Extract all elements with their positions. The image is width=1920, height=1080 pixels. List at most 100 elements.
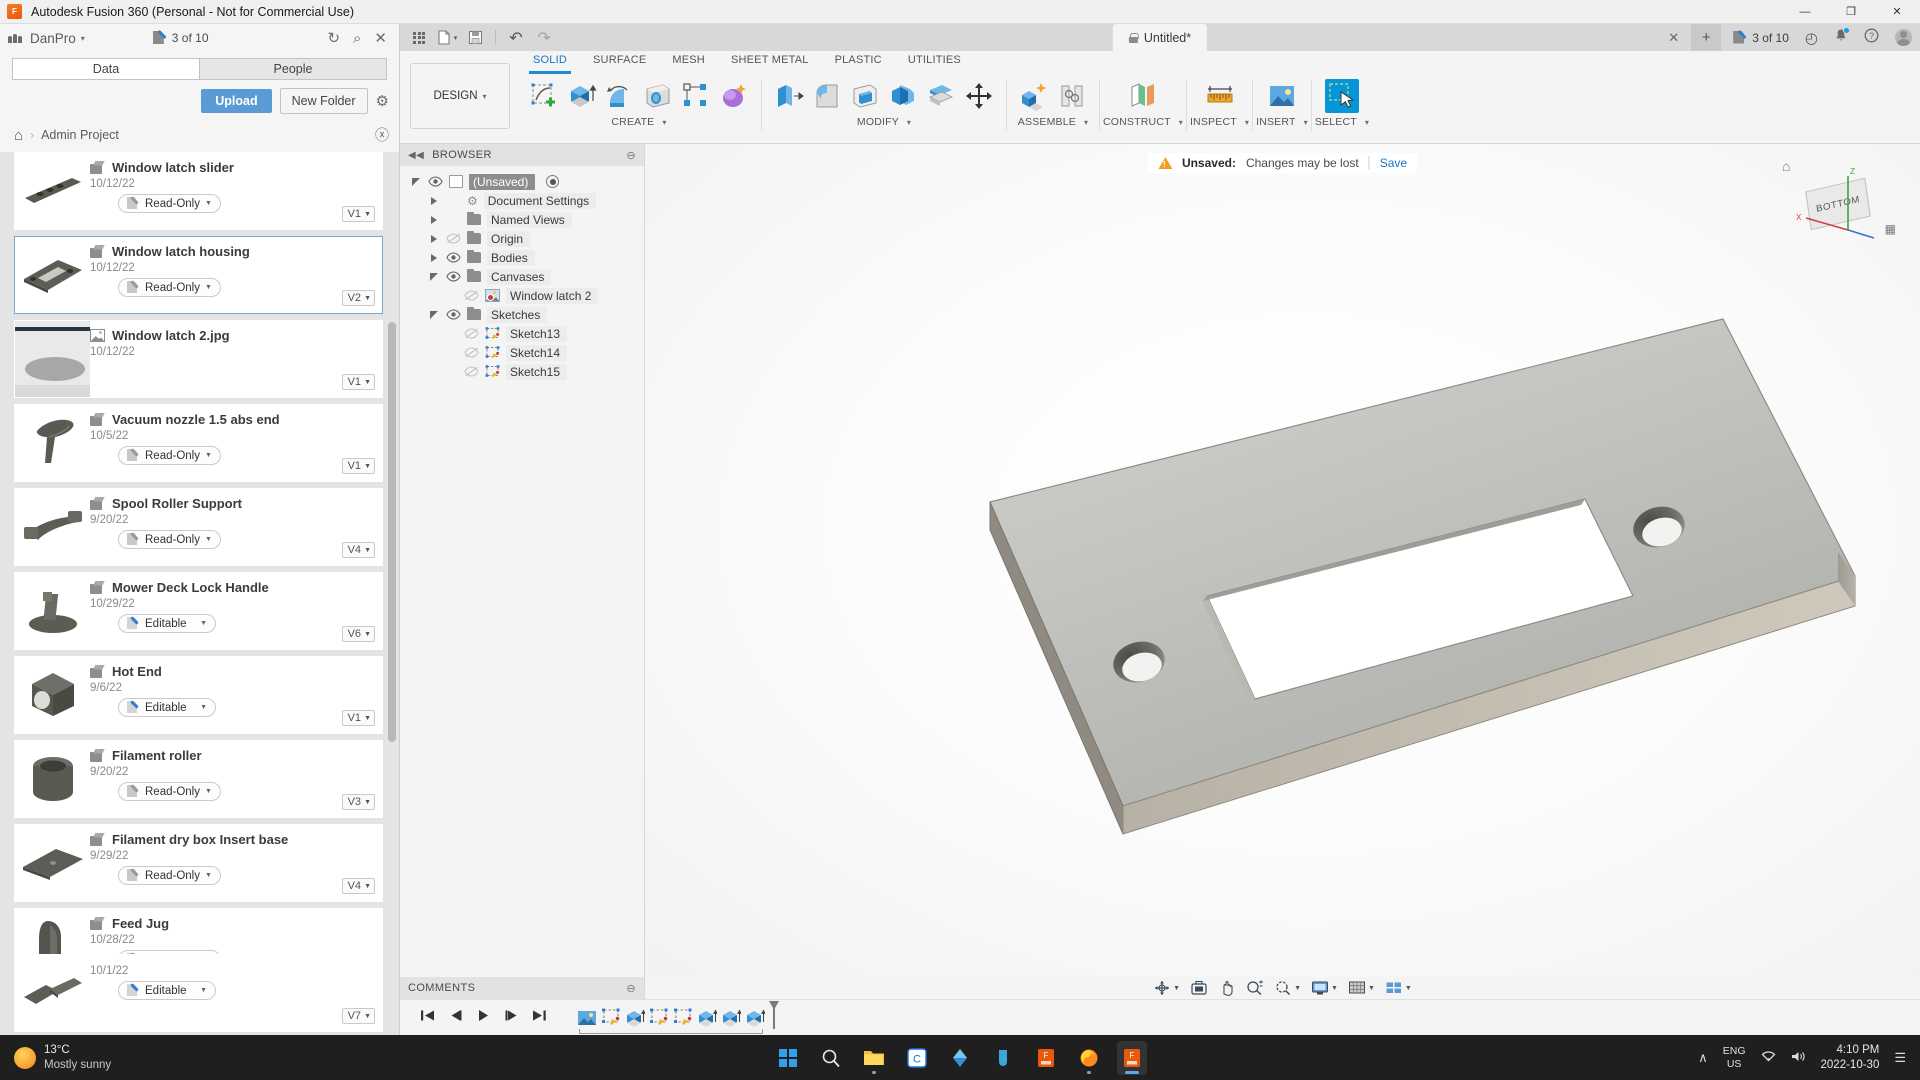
save-icon[interactable] [462,26,488,49]
bell-icon[interactable] [1834,28,1848,47]
globe-icon[interactable]: ⓧ [375,125,389,145]
file-explorer-icon[interactable] [859,1041,889,1075]
visibility-eye-icon[interactable] [464,347,479,358]
workspace-tab-sheet-metal[interactable]: SHEET METAL [718,51,822,70]
visibility-eye-icon[interactable] [446,252,461,263]
history-icon[interactable]: ◴ [1805,29,1818,47]
look-at-icon[interactable] [1185,980,1213,996]
expand-arrow-icon[interactable] [410,178,422,186]
offset-plane-icon[interactable] [1126,79,1160,113]
wifi-icon[interactable] [1761,1050,1776,1066]
file-version-dropdown[interactable]: V6▼ [342,626,375,642]
canvas-viewport[interactable]: Unsaved: Changes may be lost Save [645,144,1920,977]
timeline-feature-canvas-feature[interactable] [577,1008,597,1028]
browser-node-named-views[interactable]: Named Views [400,210,644,229]
measure-icon[interactable] [1203,79,1237,113]
fit-icon[interactable]: ▼ [1269,980,1306,996]
browser-node-sketch14[interactable]: Sketch14 [400,343,644,362]
file-version-dropdown[interactable]: V1▼ [342,374,375,390]
onedrive-icon[interactable] [945,1041,975,1075]
workspace-tab-mesh[interactable]: MESH [659,51,718,70]
tab-close-icon[interactable]: ✕ [1656,30,1691,46]
step-back-icon[interactable] [448,1009,463,1027]
create-sketch-icon[interactable] [527,79,561,113]
tab-data[interactable]: Data [12,58,199,80]
volume-icon[interactable] [1791,1050,1806,1066]
teams-icon[interactable] [988,1041,1018,1075]
expand-arrow-icon[interactable] [428,216,440,224]
chrome-icon[interactable]: C [902,1041,932,1075]
file-version-dropdown[interactable]: V1▼ [342,206,375,222]
file-permission-dropdown[interactable]: Editable▼ [118,614,216,633]
file-version-dropdown[interactable]: V3▼ [342,794,375,810]
maximize-button[interactable]: ❐ [1828,0,1874,24]
file-list-item[interactable]: Hot End9/6/22Editable▼V1▼ [14,656,383,734]
pattern-icon[interactable] [679,79,713,113]
new-component-icon[interactable] [1017,79,1051,113]
timeline-feature-extrude-feature[interactable] [721,1008,741,1028]
help-icon[interactable]: ? [1864,28,1879,47]
workspace-tab-solid[interactable]: SOLID [520,51,580,70]
visibility-eye-icon[interactable] [428,176,443,187]
shell-icon[interactable] [848,79,882,113]
orbit-icon[interactable]: ▼ [1148,980,1185,996]
undo-icon[interactable]: ↶ [503,26,529,49]
file-list-item[interactable]: 10/1/22Editable▼V7▼ [14,954,383,1032]
joint-icon[interactable] [1055,79,1089,113]
file-permission-dropdown[interactable]: Read-Only▼ [118,530,221,549]
timeline-feature-extrude-feature[interactable] [625,1008,645,1028]
search-icon[interactable]: ⌕ [353,31,361,46]
timeline-feature-sketch-feature[interactable] [601,1008,621,1028]
fusion-active-icon[interactable]: F [1117,1041,1147,1075]
file-list-item[interactable]: Window latch housing10/12/22Read-Only▼V2… [14,236,383,314]
browser-node-sketch15[interactable]: Sketch15 [400,362,644,381]
file-list-item[interactable]: Spool Roller Support9/20/22Read-Only▼V4▼ [14,488,383,566]
browser-node--unsaved-[interactable]: (Unsaved) [400,172,644,191]
browser-node-document-settings[interactable]: ⚙Document Settings [400,191,644,210]
file-permission-dropdown[interactable]: Editable▼ [118,698,216,717]
file-permission-dropdown[interactable]: Read-Only▼ [118,866,221,885]
ribbon-group-label[interactable]: CONSTRUCT▾ [1103,116,1183,128]
fusion-icon[interactable]: F [1031,1041,1061,1075]
scrollbar-thumb[interactable] [388,322,396,742]
split-face-icon[interactable] [924,79,958,113]
move-copy-icon[interactable] [962,79,996,113]
file-version-dropdown[interactable]: V2▼ [342,290,375,306]
timeline-feature-sketch-feature[interactable] [649,1008,669,1028]
browser-node-bodies[interactable]: Bodies [400,248,644,267]
select-icon[interactable] [1325,79,1359,113]
timeline-feature-sketch-feature[interactable] [673,1008,693,1028]
file-list-item[interactable]: Filament roller9/20/22Read-Only▼V3▼ [14,740,383,818]
add-tab-button[interactable]: + [1691,24,1721,51]
file-list-item[interactable]: Mower Deck Lock Handle10/29/22Editable▼V… [14,572,383,650]
collapse-icon[interactable]: ◀◀ [408,150,424,161]
press-pull-icon[interactable] [772,79,806,113]
browser-node-canvases[interactable]: Canvases [400,267,644,286]
browser-tree[interactable]: (Unsaved)⚙Document SettingsNamed ViewsOr… [400,166,644,977]
ribbon-group-label[interactable]: INSERT▾ [1256,116,1308,128]
ribbon-group-label[interactable]: ASSEMBLE▾ [1018,116,1088,128]
upload-button[interactable]: Upload [201,89,271,113]
file-permission-dropdown[interactable]: Read-Only▼ [118,782,221,801]
file-version-dropdown[interactable]: V7▼ [342,1008,375,1024]
model-3d-plate[interactable] [645,144,1920,977]
ribbon-group-label[interactable]: INSPECT▾ [1190,116,1249,128]
browser-node-window-latch-2[interactable]: Window latch 2 [400,286,644,305]
zoom-icon[interactable] [1241,980,1269,996]
file-list-scrollbar[interactable] [388,152,396,1035]
expand-arrow-icon[interactable] [428,235,440,243]
visibility-eye-icon[interactable] [464,290,479,301]
ribbon-group-label[interactable]: CREATE▾ [611,116,666,128]
timeline-feature-extrude-feature[interactable] [745,1008,765,1028]
close-button[interactable]: ✕ [1874,0,1920,24]
file-list-item[interactable]: Vacuum nozzle 1.5 abs end10/5/22Read-Onl… [14,404,383,482]
pan-icon[interactable] [1213,980,1241,996]
fillet-icon[interactable] [810,79,844,113]
go-to-beginning-icon[interactable] [420,1009,435,1027]
file-permission-dropdown[interactable]: Read-Only▼ [118,278,221,297]
jobs-status-top[interactable]: 3 of 10 [1733,31,1789,45]
language-indicator[interactable]: ENG US [1723,1045,1746,1070]
workspace-tab-utilities[interactable]: UTILITIES [895,51,974,70]
pin-icon[interactable]: ⊖ [626,149,636,162]
comments-panel-header[interactable]: COMMENTS ⊖ [400,977,645,999]
